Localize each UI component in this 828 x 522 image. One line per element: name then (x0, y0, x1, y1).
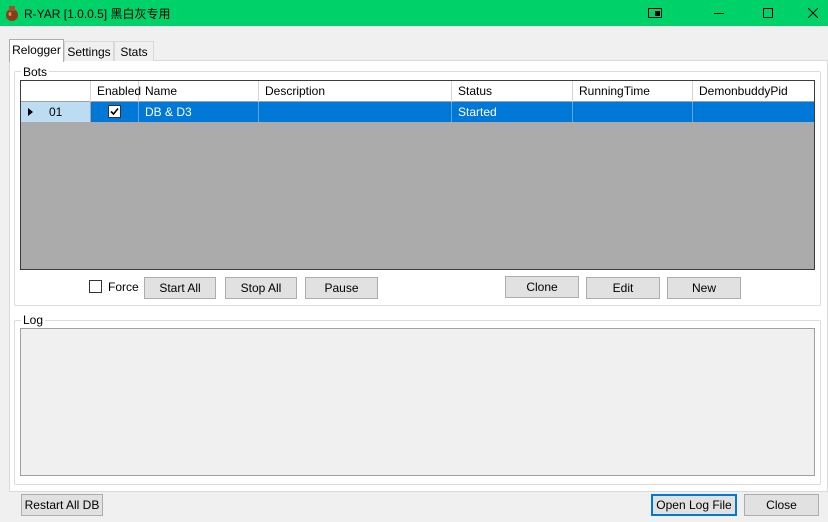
stop-all-button[interactable]: Stop All (225, 277, 297, 299)
enabled-checkbox[interactable] (108, 105, 121, 118)
header-description[interactable]: Description (259, 81, 452, 102)
minimize-button[interactable] (696, 0, 742, 26)
enabled-cell[interactable] (91, 102, 139, 122)
header-status[interactable]: Status (452, 81, 573, 102)
close-button[interactable]: Close (744, 494, 819, 516)
clone-button[interactable]: Clone (505, 276, 579, 298)
row-number: 01 (49, 105, 63, 119)
log-textbox[interactable] (20, 328, 815, 476)
running-time-cell[interactable] (573, 102, 693, 122)
new-button[interactable]: New (667, 277, 741, 299)
header-demonbuddy-pid[interactable]: DemonbuddyPid (693, 81, 814, 102)
table-row[interactable]: 01 DB & D3 Started (21, 102, 814, 122)
pause-button[interactable]: Pause (305, 277, 378, 299)
force-label[interactable]: Force (108, 280, 139, 294)
tab-relogger[interactable]: Relogger (9, 39, 64, 62)
close-window-button[interactable] (790, 0, 828, 26)
tab-stats[interactable]: Stats (114, 41, 154, 61)
close-icon (808, 8, 818, 18)
bots-grid[interactable]: Enabled Name Description Status RunningT… (20, 80, 815, 270)
status-cell[interactable]: Started (452, 102, 573, 122)
row-header[interactable]: 01 (21, 102, 91, 122)
checkmark-icon (110, 107, 119, 116)
header-name[interactable]: Name (139, 81, 259, 102)
start-all-button[interactable]: Start All (144, 277, 216, 299)
restart-all-db-button[interactable]: Restart All DB (21, 494, 103, 516)
grid-header: Enabled Name Description Status RunningT… (21, 81, 814, 102)
header-running-time[interactable]: RunningTime (573, 81, 693, 102)
edit-button[interactable]: Edit (586, 277, 660, 299)
header-rowhead (21, 81, 91, 102)
log-group-label: Log (21, 313, 46, 327)
bots-group-label: Bots (21, 65, 50, 79)
maximize-icon (763, 8, 773, 18)
window-tab-icon (648, 8, 662, 18)
force-checkbox[interactable] (89, 280, 102, 293)
demonbuddy-pid-cell[interactable] (693, 102, 814, 122)
title-bar[interactable]: R-YAR [1.0.0.5] 黑白灰专用 (0, 0, 828, 26)
minimize-icon (714, 13, 724, 14)
description-cell[interactable] (259, 102, 452, 122)
app-icon (6, 6, 18, 21)
open-log-file-button[interactable]: Open Log File (651, 494, 737, 516)
maximize-button[interactable] (745, 0, 791, 26)
window-title: R-YAR [1.0.0.5] 黑白灰专用 (24, 7, 171, 21)
tab-settings[interactable]: Settings (64, 41, 114, 61)
titlebar-extra-button[interactable] (632, 0, 678, 26)
current-row-arrow-icon (28, 108, 33, 116)
header-enabled[interactable]: Enabled (91, 81, 141, 102)
name-cell[interactable]: DB & D3 (139, 102, 259, 122)
